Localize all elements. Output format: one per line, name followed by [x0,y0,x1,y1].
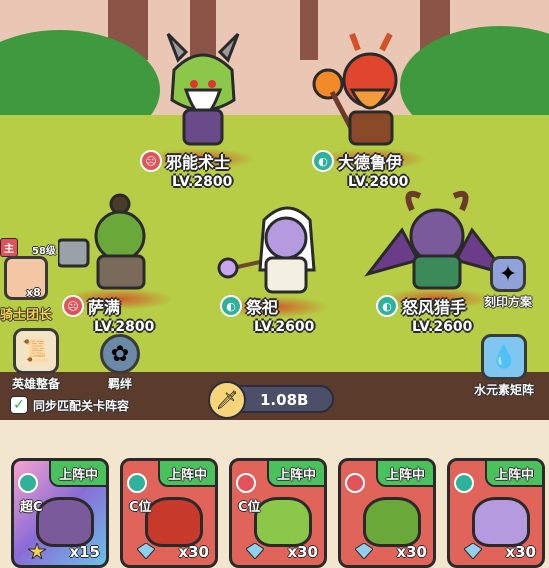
hero-card[interactable]: 上阵中 x30 [338,458,436,568]
seal-plan-button[interactable]: ✦ 刻印方案 [484,256,532,310]
scroll-icon: 📜 [13,328,59,374]
checkmark-icon: ✓ [10,396,28,414]
captain-tag: 主 [0,238,18,257]
deployed-tag: 上阵中 [157,461,215,487]
deployed-tag: 上阵中 [266,461,324,487]
gem-icon [464,543,482,559]
hero-equip-label: 英雄整备 [12,377,61,391]
hero-name: 怒风猎手 [402,298,467,317]
gem-icon [246,543,264,559]
rune-icon: ✦ [490,256,526,292]
hero-slot[interactable]: ☹ 萨满 LV.2800 [58,190,178,340]
affinity-teal-icon: ◐ [220,295,242,317]
bond-button[interactable]: ✿ 羁绊 [100,334,140,392]
star-icon [28,543,46,559]
gem-icon [355,543,373,559]
hero-level: LV.2600 [254,319,315,335]
seal-plan-label: 刻印方案 [484,295,533,309]
knight-captain-slot[interactable]: 主 58级 x8 骑士团长 [0,238,72,323]
hero-portrait [472,497,530,547]
priest-figure [217,206,316,294]
combat-power: 🗡 1.08B [208,381,334,419]
hero-name: 祭祀 [246,298,279,317]
hero-card[interactable]: 上阵中 x30 [447,458,545,568]
hero-level: LV.2800 [348,174,409,190]
card-rank: C位 [238,500,261,515]
card-rank: C位 [129,500,152,515]
water-matrix-button[interactable]: 💧 水元素矩阵 [474,334,534,398]
hero-card[interactable]: 超C 上阵中 x15 [11,458,109,568]
affinity-red-icon [345,473,365,493]
hero-portrait [363,497,421,547]
flower-icon: ✿ [100,334,140,374]
hero-level: LV.2800 [172,174,233,190]
hero-name: 大德鲁伊 [338,153,403,172]
hero-card[interactable]: C位 上阵中 x30 [120,458,218,568]
hero-portrait [145,497,203,547]
water-matrix-label: 水元素矩阵 [474,383,535,397]
hero-equip-button[interactable]: 📜 英雄整备 [12,328,60,392]
battle-stage: ☹ 邪能术士 LV.2800 ◐ 大德鲁伊 LV.2800 ☹ 萨满 LV.28… [0,0,549,420]
card-count: x30 [505,543,536,561]
combat-power-value: 1.08B [260,391,309,409]
affinity-teal-icon: ◐ [376,295,398,317]
captain-title: 骑士团长 [0,308,53,323]
hero-slot[interactable]: ◐ 祭祀 LV.2600 [214,200,334,340]
deployed-tag: 上阵中 [48,461,106,487]
affinity-red-icon [236,473,256,493]
hero-name: 邪能术士 [166,153,231,172]
captain-count: x8 [26,286,41,299]
sync-lineup-label: 同步匹配关卡阵容 [33,398,130,413]
affinity-teal-icon [127,473,147,493]
deployed-tag: 上阵中 [484,461,542,487]
sword-icon: 🗡 [208,381,246,419]
affinity-red-icon: ☹ [140,150,162,172]
card-count: x30 [396,543,427,561]
affinity-teal-icon [454,473,474,493]
warlock-figure [166,32,240,146]
affinity-teal-icon: ◐ [312,150,334,172]
druid-figure [312,32,398,146]
hero-slot[interactable]: ◐ 大德鲁伊 LV.2800 [312,30,432,190]
sync-lineup-toggle[interactable]: ✓ 同步匹配关卡阵容 [10,396,129,414]
hero-portrait [254,497,312,547]
card-count: x30 [287,543,318,561]
shaman-figure [58,193,146,290]
bond-label: 羁绊 [107,377,132,391]
gem-icon [137,543,155,559]
hero-portrait [36,497,94,547]
card-count: x30 [178,543,209,561]
hero-card[interactable]: C位 上阵中 x30 [229,458,327,568]
water-drop-icon: 💧 [481,334,527,380]
card-count: x15 [69,543,100,561]
deployed-tag: 上阵中 [375,461,433,487]
hero-name: 萨满 [88,298,121,317]
hero-level: LV.2800 [94,319,155,335]
hero-level: LV.2600 [412,319,473,335]
captain-level: 58级 [32,246,56,257]
hero-slot[interactable]: ☹ 邪能术士 LV.2800 [140,30,260,190]
affinity-teal-icon [18,473,38,493]
card-rank: 超C [20,500,43,515]
